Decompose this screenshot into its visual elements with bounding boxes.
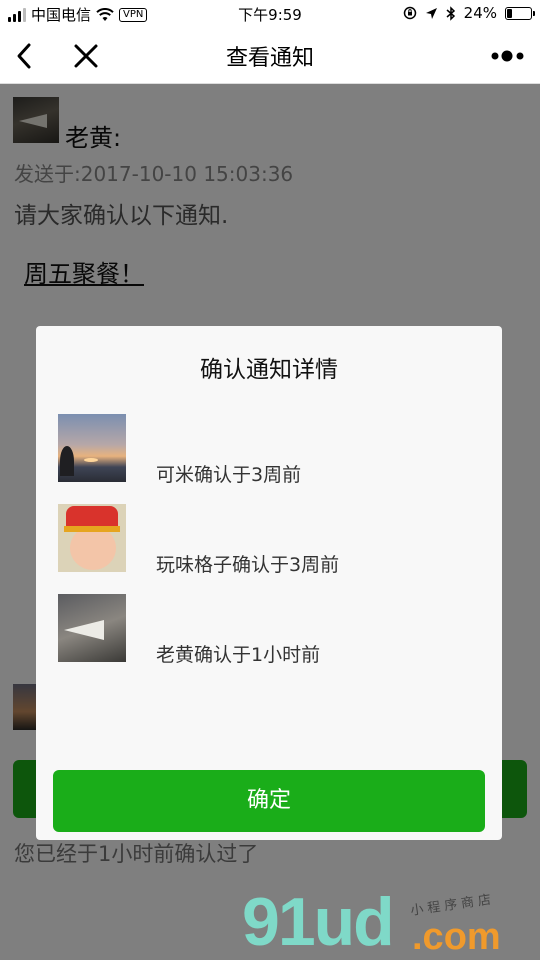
confirm-record: 老黄确认于1小时前	[58, 594, 478, 666]
navigation-bar: 查看通知	[0, 28, 540, 84]
location-icon	[425, 7, 437, 19]
status-right: 24%	[403, 4, 535, 22]
paper-plane-avatar	[58, 594, 126, 662]
status-bar: 中国电信 VPN 下午9:59 24%	[0, 0, 540, 28]
watermark-logo: 91ud	[242, 884, 395, 960]
confirm-record-text: 玩味格子确认于3周前	[156, 554, 340, 576]
watermark-domain: .com	[412, 916, 501, 958]
baby-avatar	[58, 504, 126, 572]
confirm-record-text: 可米确认于3周前	[156, 464, 302, 486]
battery-percent: 24%	[463, 4, 497, 22]
ok-button[interactable]: 确定	[53, 770, 485, 832]
confirm-record-text: 老黄确认于1小时前	[156, 644, 321, 666]
sunset-avatar	[58, 414, 126, 482]
dialog-title: 确认通知详情	[200, 357, 338, 383]
confirm-record: 可米确认于3周前	[58, 414, 478, 486]
confirm-details-dialog: 确认通知详情 可米确认于3周前 玩味格子确认于3周前 老黄确认于1小时前 确定	[36, 326, 502, 840]
page-title: 查看通知	[225, 46, 314, 71]
rotation-lock-icon	[403, 6, 416, 20]
confirm-record: 玩味格子确认于3周前	[58, 504, 478, 576]
watermark: 91ud 小程序商店 .com	[242, 886, 532, 960]
bluetooth-icon	[446, 5, 455, 21]
battery-icon	[505, 6, 535, 20]
more-dots-icon[interactable]	[490, 44, 526, 68]
watermark-subtitle: 小程序商店	[409, 892, 496, 919]
